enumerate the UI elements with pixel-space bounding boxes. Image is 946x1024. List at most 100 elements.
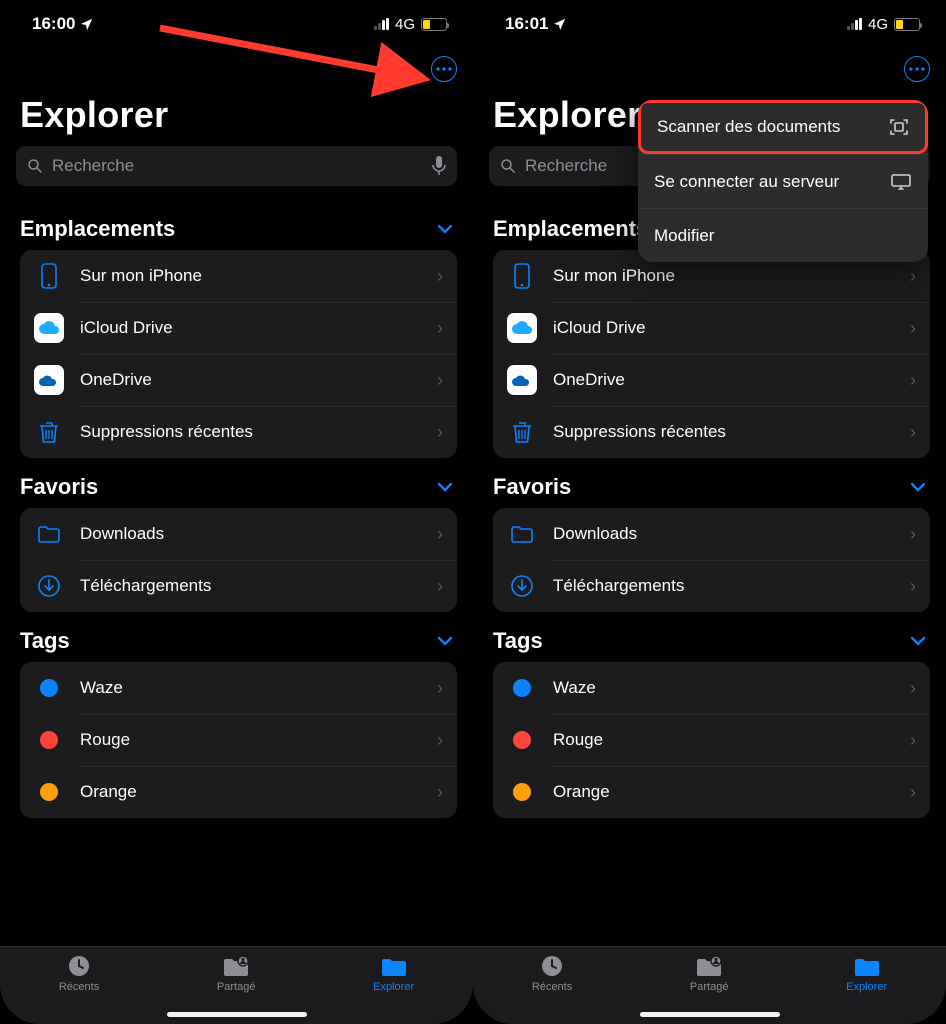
- tab-recents[interactable]: Récents: [532, 953, 572, 993]
- favorite-downloads[interactable]: Downloads ›: [493, 508, 930, 560]
- tab-explorer[interactable]: Explorer: [373, 953, 414, 993]
- menu-edit[interactable]: Modifier: [638, 208, 928, 262]
- favorite-downloads[interactable]: Downloads ›: [20, 508, 457, 560]
- server-icon: [890, 173, 912, 191]
- location-onedrive[interactable]: OneDrive ›: [20, 354, 457, 406]
- chevron-right-icon: ›: [910, 524, 916, 545]
- tab-recents[interactable]: Récents: [59, 953, 99, 993]
- download-icon: [34, 574, 64, 598]
- tag-dot-icon: [513, 679, 531, 697]
- ellipsis-icon: [436, 67, 452, 71]
- location-onedrive[interactable]: OneDrive ›: [493, 354, 930, 406]
- screen-left: 16:00 4G Explorer Emplacements: [0, 0, 473, 1024]
- folder-icon: [379, 953, 409, 979]
- folder-icon: [507, 524, 537, 544]
- onedrive-icon: [507, 365, 537, 395]
- section-header-locations[interactable]: Emplacements: [20, 200, 457, 250]
- folder-icon: [34, 524, 64, 544]
- chevron-down-icon: [437, 482, 453, 492]
- tab-explorer[interactable]: Explorer: [846, 953, 887, 993]
- chevron-right-icon: ›: [910, 266, 916, 287]
- battery-icon: [894, 18, 920, 31]
- chevron-right-icon: ›: [437, 422, 443, 443]
- signal-icon: [374, 18, 389, 30]
- tag-item[interactable]: Waze ›: [493, 662, 930, 714]
- chevron-right-icon: ›: [910, 678, 916, 699]
- status-bar: 16:01 4G: [473, 0, 946, 48]
- section-header-tags[interactable]: Tags: [493, 612, 930, 662]
- menu-scan-documents[interactable]: Scanner des documents: [638, 100, 928, 154]
- chevron-down-icon: [910, 636, 926, 646]
- section-header-favorites[interactable]: Favoris: [20, 458, 457, 508]
- favorites-card: Downloads › Téléchargements ›: [20, 508, 457, 612]
- tag-dot-icon: [40, 679, 58, 697]
- tag-item[interactable]: Orange ›: [20, 766, 457, 818]
- network-label: 4G: [395, 16, 415, 33]
- search-bar[interactable]: [16, 146, 457, 186]
- iphone-icon: [34, 263, 64, 289]
- status-time: 16:01: [505, 14, 548, 34]
- context-menu: Scanner des documents Se connecter au se…: [638, 100, 928, 262]
- location-recent-deletions[interactable]: Suppressions récentes ›: [20, 406, 457, 458]
- chevron-right-icon: ›: [437, 370, 443, 391]
- tab-shared[interactable]: Partagé: [217, 953, 256, 993]
- tag-item[interactable]: Rouge ›: [493, 714, 930, 766]
- status-bar: 16:00 4G: [0, 0, 473, 48]
- location-icloud-drive[interactable]: iCloud Drive ›: [493, 302, 930, 354]
- chevron-right-icon: ›: [437, 524, 443, 545]
- iphone-icon: [507, 263, 537, 289]
- icloud-icon: [34, 313, 64, 343]
- onedrive-icon: [34, 365, 64, 395]
- location-icon: [552, 17, 567, 32]
- tags-card: Waze › Rouge › Orange ›: [20, 662, 457, 818]
- home-indicator[interactable]: [640, 1012, 780, 1017]
- home-indicator[interactable]: [167, 1012, 307, 1017]
- trash-icon: [34, 420, 64, 444]
- tab-shared[interactable]: Partagé: [690, 953, 729, 993]
- battery-icon: [421, 18, 447, 31]
- tag-item[interactable]: Waze ›: [20, 662, 457, 714]
- locations-card: Sur mon iPhone › iCloud Drive › OneDrive…: [20, 250, 457, 458]
- location-icloud-drive[interactable]: iCloud Drive ›: [20, 302, 457, 354]
- chevron-right-icon: ›: [437, 678, 443, 699]
- favorite-telechargements[interactable]: Téléchargements ›: [493, 560, 930, 612]
- chevron-right-icon: ›: [437, 782, 443, 803]
- folder-icon: [852, 953, 882, 979]
- mic-icon[interactable]: [431, 155, 447, 177]
- chevron-right-icon: ›: [910, 370, 916, 391]
- chevron-right-icon: ›: [437, 730, 443, 751]
- location-recent-deletions[interactable]: Suppressions récentes ›: [493, 406, 930, 458]
- chevron-right-icon: ›: [910, 318, 916, 339]
- signal-icon: [847, 18, 862, 30]
- tag-item[interactable]: Orange ›: [493, 766, 930, 818]
- favorite-telechargements[interactable]: Téléchargements ›: [20, 560, 457, 612]
- search-icon: [26, 157, 44, 175]
- section-header-favorites[interactable]: Favoris: [493, 458, 930, 508]
- tab-bar: Récents Partagé Explorer: [0, 946, 473, 1024]
- tag-dot-icon: [513, 731, 531, 749]
- icloud-icon: [507, 313, 537, 343]
- section-header-tags[interactable]: Tags: [20, 612, 457, 662]
- chevron-right-icon: ›: [910, 782, 916, 803]
- tags-card: Waze › Rouge › Orange ›: [493, 662, 930, 818]
- chevron-right-icon: ›: [437, 576, 443, 597]
- tag-item[interactable]: Rouge ›: [20, 714, 457, 766]
- chevron-right-icon: ›: [910, 576, 916, 597]
- location-icon: [79, 17, 94, 32]
- search-icon: [499, 157, 517, 175]
- tag-dot-icon: [40, 731, 58, 749]
- more-button[interactable]: [431, 56, 457, 82]
- screen-right: 16:01 4G Explorer Scanner des documents …: [473, 0, 946, 1024]
- network-label: 4G: [868, 16, 888, 33]
- menu-connect-server[interactable]: Se connecter au serveur: [638, 154, 928, 208]
- tag-dot-icon: [513, 783, 531, 801]
- search-input[interactable]: [52, 156, 423, 176]
- shared-folder-icon: [221, 953, 251, 979]
- chevron-right-icon: ›: [910, 422, 916, 443]
- shared-folder-icon: [694, 953, 724, 979]
- chevron-right-icon: ›: [437, 266, 443, 287]
- location-on-my-iphone[interactable]: Sur mon iPhone ›: [20, 250, 457, 302]
- chevron-down-icon: [437, 636, 453, 646]
- more-button[interactable]: [904, 56, 930, 82]
- favorites-card: Downloads › Téléchargements ›: [493, 508, 930, 612]
